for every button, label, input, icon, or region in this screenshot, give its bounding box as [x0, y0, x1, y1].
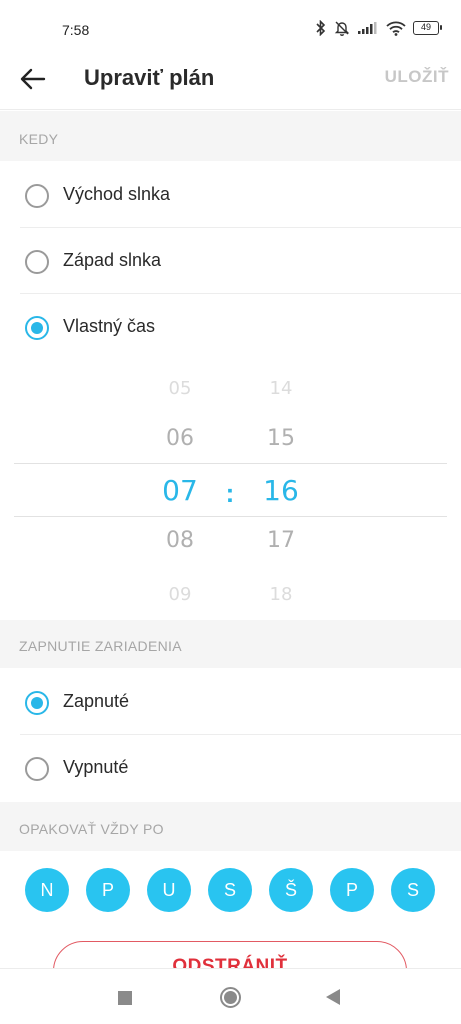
hour-option[interactable]: 06: [150, 426, 210, 451]
recents-square-icon[interactable]: [118, 991, 132, 1005]
minute-selected[interactable]: 16: [251, 474, 311, 507]
status-icons: 49: [315, 20, 442, 36]
save-button[interactable]: ULOŽIŤ: [385, 67, 449, 87]
time-separator: :: [225, 478, 235, 508]
wifi-icon: [386, 21, 406, 36]
status-bar: 7:58 49: [0, 0, 461, 56]
option-sunset[interactable]: Západ slnka: [0, 228, 461, 294]
hour-selected[interactable]: 07: [150, 474, 210, 507]
delete-button[interactable]: ODSTRÁNIŤ: [53, 941, 407, 970]
delete-button-container: ODSTRÁNIŤ: [0, 940, 461, 970]
minute-option[interactable]: 14: [251, 378, 311, 399]
option-sunrise[interactable]: Východ slnka: [0, 162, 461, 228]
day-chip-thursday[interactable]: Š: [269, 868, 313, 912]
radio-button-selected[interactable]: [25, 691, 49, 715]
time-picker[interactable]: 05 06 07 08 09 : 14 15 16 17 18: [0, 362, 461, 618]
app-bar: Upraviť plán ULOŽIŤ: [0, 50, 461, 110]
option-label: Východ slnka: [63, 184, 171, 204]
minute-option[interactable]: 18: [251, 584, 311, 605]
radio-button[interactable]: [25, 250, 49, 274]
status-time: 7:58: [62, 22, 90, 38]
system-nav-bar: [0, 968, 461, 1024]
hour-option[interactable]: 05: [150, 378, 210, 399]
back-triangle-icon[interactable]: [326, 989, 340, 1005]
day-chip-saturday[interactable]: S: [391, 868, 435, 912]
day-chip-friday[interactable]: P: [330, 868, 374, 912]
option-label: Vypnuté: [63, 757, 129, 777]
radio-button-selected[interactable]: [25, 316, 49, 340]
picker-divider-bottom: [14, 516, 447, 517]
day-chip-monday[interactable]: P: [86, 868, 130, 912]
radio-button[interactable]: [25, 184, 49, 208]
radio-button[interactable]: [25, 757, 49, 781]
option-off[interactable]: Vypnuté: [0, 735, 461, 801]
day-chip-wednesday[interactable]: S: [208, 868, 252, 912]
page-title: Upraviť plán: [84, 65, 215, 90]
picker-divider-top: [14, 463, 447, 464]
hour-option[interactable]: 09: [150, 584, 210, 605]
option-label: Zapnuté: [63, 691, 130, 711]
day-chip-tuesday[interactable]: U: [147, 868, 191, 912]
section-header-power: ZAPNUTIE ZARIADENIA: [0, 620, 461, 668]
battery-icon: 49: [413, 21, 442, 35]
section-header-when: KEDY: [0, 111, 461, 161]
option-label: Vlastný čas: [63, 316, 156, 336]
hour-option[interactable]: 08: [150, 528, 210, 553]
day-chip-sunday[interactable]: N: [25, 868, 69, 912]
day-selector: N P U S Š P S: [0, 868, 461, 912]
option-label: Západ slnka: [63, 250, 162, 270]
back-arrow-icon[interactable]: [18, 64, 48, 94]
minute-option[interactable]: 15: [251, 426, 311, 451]
home-circle-icon[interactable]: [220, 987, 241, 1008]
section-header-repeat: OPAKOVAŤ VŽDY PO: [0, 802, 461, 851]
bluetooth-icon: [315, 20, 327, 36]
mute-bell-icon: [334, 20, 350, 36]
option-custom-time[interactable]: Vlastný čas: [0, 294, 461, 360]
minute-option[interactable]: 17: [251, 528, 311, 553]
option-on[interactable]: Zapnuté: [0, 669, 461, 735]
signal-icon: [357, 21, 379, 35]
